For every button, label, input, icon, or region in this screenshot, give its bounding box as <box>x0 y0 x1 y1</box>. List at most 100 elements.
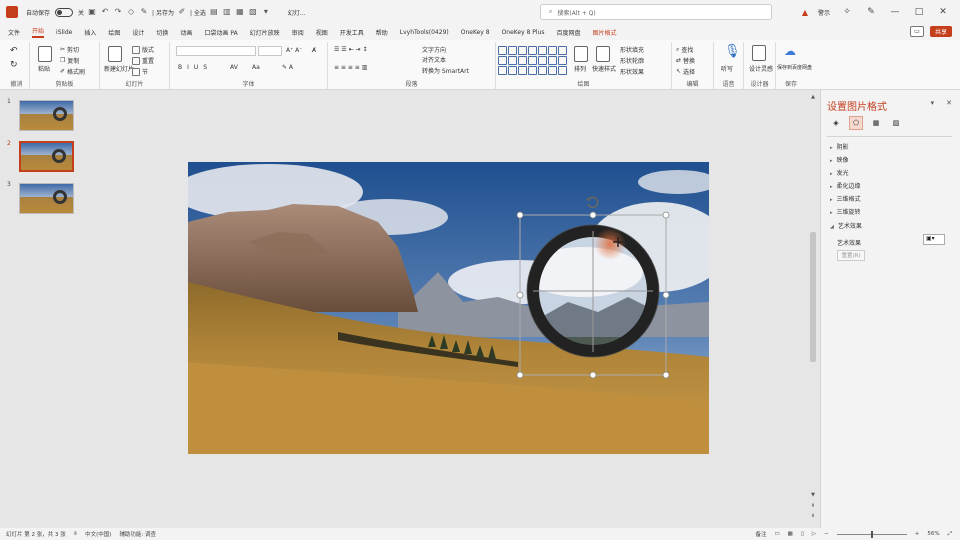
prev-slide-icon[interactable]: ⇞ <box>809 503 817 509</box>
undo-icon[interactable]: ↶ <box>10 46 18 56</box>
design-ideas-button[interactable]: 设计灵感 <box>749 64 773 73</box>
scrollbar-thumb[interactable] <box>810 232 816 362</box>
quick-styles-button[interactable]: 快速样式 <box>592 64 616 73</box>
vertical-scrollbar[interactable]: ▲ ▼ ⇞ ⇟ <box>808 92 818 526</box>
tab-slideshow[interactable]: 幻灯片放映 <box>250 28 280 37</box>
spellcheck-icon[interactable]: ⌾ <box>74 531 77 538</box>
pane-options-icon[interactable]: ▾ <box>931 99 935 107</box>
tab-lvyhtools[interactable]: LvyhTools(0429) <box>400 29 449 36</box>
align-icon[interactable]: ▤ <box>209 7 219 17</box>
new-slide-icon[interactable] <box>108 46 122 62</box>
resize-handle-e[interactable] <box>662 291 670 299</box>
designer-icon[interactable] <box>752 45 766 61</box>
char-spacing-icon[interactable]: AV <box>230 64 238 71</box>
slide-2[interactable] <box>188 162 709 454</box>
microphone-icon[interactable]: 🎙 <box>724 44 741 59</box>
undo-icon[interactable]: ↶ <box>100 7 110 17</box>
resize-handle-se[interactable] <box>662 371 670 379</box>
section-3d-format[interactable]: ▸ 三维格式 <box>830 194 861 203</box>
close-icon[interactable]: ✕ <box>936 7 950 17</box>
replace-button[interactable]: ⇄ 替换 <box>676 56 695 65</box>
shape-icon[interactable]: ◇ <box>126 7 136 17</box>
redo-icon[interactable]: ↷ <box>113 7 123 17</box>
tab-view[interactable]: 视图 <box>316 28 328 37</box>
zoom-level[interactable]: 56% <box>927 531 939 537</box>
pen-icon[interactable]: ✎ <box>139 7 149 17</box>
paste-icon[interactable] <box>38 46 52 62</box>
tab-insert[interactable]: 插入 <box>84 28 96 37</box>
redo-icon[interactable]: ↻ <box>10 60 18 70</box>
distribute-icon[interactable]: ▥ <box>222 7 232 17</box>
accessibility-status[interactable]: 辅助功能: 调查 <box>119 530 156 538</box>
section-shadow[interactable]: ▸ 阴影 <box>830 142 849 151</box>
find-button[interactable]: ⌕ 查找 <box>676 45 693 55</box>
select-all-text[interactable]: | 全选 <box>190 8 206 17</box>
notes-button[interactable]: 备注 <box>755 530 766 538</box>
section-button[interactable]: 节 <box>132 67 148 76</box>
tab-file[interactable]: 文件 <box>8 28 20 37</box>
shapes-gallery[interactable] <box>498 46 568 78</box>
highlight-icon[interactable]: ✎ A <box>282 64 293 71</box>
next-slide-icon[interactable]: ⇟ <box>809 513 817 519</box>
group-icon[interactable]: ▦ <box>235 7 245 17</box>
arrange-icon[interactable] <box>574 46 588 62</box>
more-icon[interactable]: ▾ <box>261 7 271 17</box>
arrange-button[interactable]: 排列 <box>574 64 586 73</box>
zoom-slider[interactable] <box>836 530 907 538</box>
slide-thumbnail-3[interactable] <box>19 183 74 214</box>
section-reflection[interactable]: ▸ 映像 <box>830 155 849 164</box>
font-name-field[interactable] <box>176 46 256 56</box>
tab-islide[interactable]: iSlide <box>56 29 72 36</box>
format-painter-icon[interactable]: ✐ <box>177 7 187 17</box>
pane-close-icon[interactable]: ✕ <box>946 99 952 107</box>
quick-styles-icon[interactable] <box>596 46 610 62</box>
tab-home[interactable]: 开始 <box>32 26 45 38</box>
tab-picture-format[interactable]: 图片格式 <box>593 28 617 37</box>
shape-effects-button[interactable]: 形状效果 <box>620 67 644 76</box>
tab-onekey8-plus[interactable]: OneKey 8 Plus <box>502 29 545 36</box>
size-properties-icon[interactable]: ▦ <box>869 116 883 130</box>
cloud-icon[interactable]: ☁ <box>784 44 796 58</box>
resize-handle-s[interactable] <box>589 371 597 379</box>
save-as-text[interactable]: | 另存为 <box>152 8 174 17</box>
tab-animations[interactable]: 动画 <box>180 28 192 37</box>
scroll-up-icon[interactable]: ▲ <box>809 94 817 100</box>
pen-mode-icon[interactable]: ✎ <box>864 7 878 17</box>
coauthor-icon[interactable]: ✧ <box>840 7 854 17</box>
fill-line-icon[interactable]: ◈ <box>829 116 843 130</box>
warning-text[interactable]: 警示 <box>818 8 830 17</box>
align-icons[interactable]: ≡ ≡ ≡ ≡ ▥ <box>334 64 367 71</box>
clear-format-icon[interactable]: A̸ <box>312 47 316 54</box>
shape-fill-button[interactable]: 形状填充 <box>620 45 644 54</box>
section-3d-rotation[interactable]: ▸ 三维旋转 <box>830 207 861 216</box>
resize-handle-sw[interactable] <box>516 371 524 379</box>
new-slide-button[interactable]: 新建幻灯片 <box>104 64 134 73</box>
tab-developer[interactable]: 开发工具 <box>340 28 364 37</box>
font-style-buttons[interactable]: BIUS <box>178 64 212 71</box>
autosave-toggle[interactable] <box>55 7 74 17</box>
font-size-field[interactable] <box>258 46 282 56</box>
scroll-down-icon[interactable]: ▼ <box>809 492 817 498</box>
language-indicator[interactable]: 中文(中国) <box>85 530 111 538</box>
fit-slide-icon[interactable]: ⤢ <box>948 531 952 538</box>
tab-design[interactable]: 设计 <box>132 28 144 37</box>
tab-pocket-animation[interactable]: 口袋动画 PA <box>204 28 237 37</box>
normal-view-icon[interactable]: ▭ <box>774 531 779 537</box>
case-icon[interactable]: Aa <box>252 64 260 71</box>
text-direction-button[interactable]: 文字方向 <box>422 45 446 54</box>
comments-icon[interactable]: ▭ <box>909 26 924 37</box>
zoom-out-icon[interactable]: − <box>824 531 829 537</box>
resize-handle-ne[interactable] <box>662 211 670 219</box>
resize-handle-w[interactable] <box>516 291 524 299</box>
font-grow-icon[interactable]: A⁺ A⁻ <box>286 47 302 54</box>
layout-button[interactable]: 版式 <box>132 45 154 54</box>
layer-icon[interactable]: ▧ <box>248 7 258 17</box>
reading-view-icon[interactable]: ▯ <box>801 531 804 537</box>
align-text-button[interactable]: 对齐文本 <box>422 55 446 64</box>
slideshow-icon[interactable]: ▷ <box>812 531 816 537</box>
slide-sorter-icon[interactable]: ▦ <box>788 531 793 537</box>
landscape-photo[interactable] <box>188 162 709 454</box>
minimize-icon[interactable]: — <box>888 7 902 17</box>
save-baidu-button[interactable]: 保存到百度网盘 <box>777 64 812 71</box>
tab-transitions[interactable]: 切换 <box>156 28 168 37</box>
